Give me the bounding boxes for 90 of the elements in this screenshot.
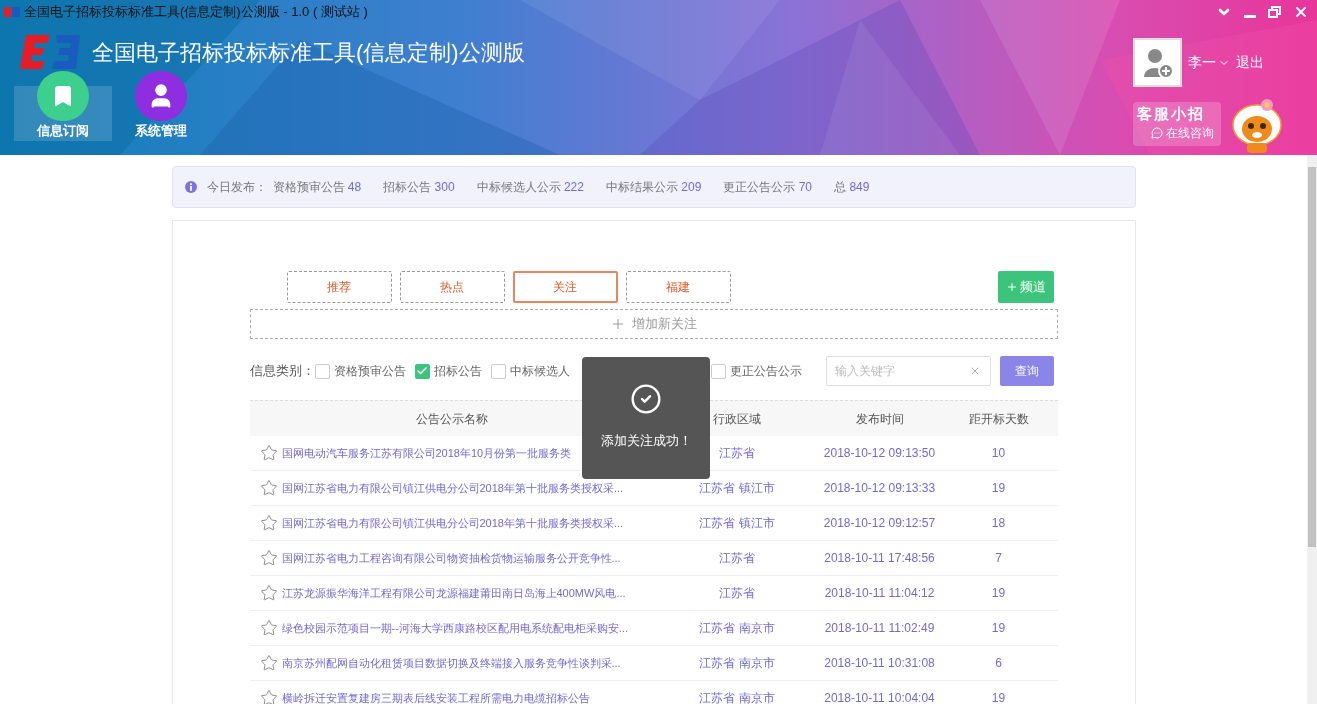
table-cell-text: 江苏省: [718, 585, 756, 602]
search-field[interactable]: 输入关键字: [825, 356, 991, 386]
table-cell-text: 7: [994, 550, 1003, 567]
scrollbar[interactable]: [1307, 155, 1317, 704]
category-checkbox[interactable]: 中标候选人: [490, 362, 711, 380]
star-icon[interactable]: [259, 549, 278, 567]
notice-title-link[interactable]: 横岭拆迁安置复建房三期表后线安装工程所需电力电缆招标公告: [281, 689, 590, 704]
table-cell-text: 6: [994, 655, 1003, 672]
notice-title-link[interactable]: 南京苏州配网自动化租赁项目数据切换及终端接入服务竞争性谈判采...: [281, 654, 621, 672]
star-icon[interactable]: [259, 514, 278, 532]
table-cell-text: 2018-10-11 10:04:04: [823, 690, 936, 704]
chat-bubble-icon: [1151, 127, 1163, 139]
table-cell-text: 2018-10-12 09:13:33: [822, 480, 937, 497]
checkbox[interactable]: [314, 363, 330, 379]
column-header: 发布时间: [854, 410, 905, 428]
online-consult-link[interactable]: 在线咨询: [1151, 124, 1214, 142]
table-cell-text: 2018-10-12 09:13:50: [822, 445, 937, 462]
notice-stat: 资格预审公告 48: [272, 179, 362, 196]
add-channel-button[interactable]: 频道: [997, 271, 1054, 303]
category-checkbox[interactable]: 更正公告公示: [710, 362, 802, 380]
notice-title-link[interactable]: 国网江苏省电力有限公司镇江供电分公司2018年第十批服务类授权采...: [281, 514, 624, 532]
table-cell-text: 江苏省 镇江市: [698, 480, 776, 497]
notice-title-link[interactable]: 江苏龙源振华海洋工程有限公司龙源福建莆田南日岛海上400MW风电...: [281, 584, 626, 602]
customer-service-button[interactable]: 客服小招 在线咨询: [1133, 102, 1221, 146]
table-cell-text: 2018-10-11 11:02:49: [823, 620, 936, 637]
notice-title-link[interactable]: 国网江苏省电力工程咨询有限公司物资抽检货物运输服务公开竞争性...: [281, 549, 621, 567]
column-header: 行政区域: [712, 410, 762, 428]
notice-label: 今日发布：: [206, 179, 267, 196]
checkbox[interactable]: [710, 363, 726, 379]
notice-stat: 总 849: [834, 179, 870, 196]
table-cell-text: 19: [990, 480, 1007, 497]
notice-stat: 中标候选人公示 222: [476, 179, 584, 196]
user-menu[interactable]: 李一: [1188, 52, 1230, 73]
plus-icon: [1005, 281, 1018, 293]
table-cell-text: 19: [990, 620, 1007, 637]
app-title: 全国电子招标投标标准工具(信息定制)公测版: [92, 38, 525, 67]
notice-stat: 更正公告公示 70: [723, 179, 813, 196]
channel-tab[interactable]: 推荐: [286, 271, 392, 303]
info-icon: [184, 181, 197, 193]
scrollbar-thumb[interactable]: [1308, 167, 1316, 547]
channel-tab[interactable]: 福建: [625, 271, 731, 303]
table-cell-text: 江苏省 镇江市: [698, 515, 776, 532]
star-icon[interactable]: [259, 479, 278, 497]
table-cell-text: 2018-10-11 11:04:12: [823, 585, 936, 602]
channel-tab[interactable]: 热点: [399, 271, 505, 303]
check-circle-icon: [630, 383, 662, 415]
table-cell-text: 江苏省: [718, 550, 756, 567]
query-button[interactable]: 查询: [999, 356, 1054, 386]
nav-tab[interactable]: 信息订阅: [14, 71, 112, 141]
table-cell-text: 2018-10-11 17:48:56: [823, 550, 936, 567]
close-icon[interactable]: [1293, 4, 1309, 20]
table-cell-text: 2018-10-11 10:31:08: [823, 655, 936, 672]
table-cell-text: 江苏省 南京市: [698, 690, 776, 704]
notice-title-link[interactable]: 绿色校园示范项目一期--河海大学西康路校区配用电系统配电柜采购安...: [281, 619, 628, 637]
notice-title-link[interactable]: 国网电动汽车服务江苏有限公司2018年10月份第一批服务类: [281, 444, 572, 462]
add-follow-button[interactable]: 增加新关注: [249, 309, 1058, 339]
column-header: 公告公示名称: [415, 410, 489, 428]
notice-stat: 招标公告 300: [383, 179, 455, 196]
notice-stat: 中标结果公示 209: [605, 179, 702, 196]
filter-label: 信息类别：: [249, 362, 315, 381]
restore-icon[interactable]: [1268, 6, 1281, 18]
table-cell-text: 18: [990, 515, 1007, 532]
table-cell-text: 2018-10-12 09:12:57: [822, 515, 937, 532]
toast-message: 添加关注成功！: [600, 432, 692, 450]
column-header: 距开标天数: [967, 410, 1030, 428]
checkbox[interactable]: [414, 363, 430, 379]
avatar-icon[interactable]: [1133, 38, 1182, 87]
star-icon[interactable]: [259, 584, 278, 602]
star-icon[interactable]: [259, 654, 278, 672]
table-cell-text: 江苏省 南京市: [698, 655, 776, 672]
table-cell-text: 10: [990, 445, 1007, 462]
table-cell-text: 19: [990, 585, 1007, 602]
notice-title-link[interactable]: 国网江苏省电力有限公司镇江供电分公司2018年第十批服务类授权采...: [281, 479, 624, 497]
logo-icon: [4, 7, 20, 17]
checkbox[interactable]: [490, 363, 506, 379]
logo-icon: [20, 33, 82, 71]
nav-tab[interactable]: 系统管理: [112, 71, 210, 141]
star-icon[interactable]: [259, 689, 278, 704]
table-cell-text: 江苏省 南京市: [698, 620, 776, 637]
channel-tab[interactable]: 关注: [512, 271, 618, 303]
table-cell-text: 江苏省: [718, 445, 756, 462]
star-icon[interactable]: [259, 444, 278, 462]
category-checkbox[interactable]: 资格预审公告: [314, 362, 406, 380]
star-icon[interactable]: [259, 619, 278, 637]
table-cell-text: 19: [990, 690, 1007, 704]
window-title: 全国电子招标投标标准工具(信息定制)公测版 - 1.0 ( 测试站 ): [24, 3, 368, 22]
category-checkbox[interactable]: 招标公告: [414, 362, 482, 380]
minimize-icon[interactable]: [1244, 14, 1256, 18]
logout-link[interactable]: 退出: [1236, 52, 1264, 73]
plus-icon: [610, 316, 626, 332]
